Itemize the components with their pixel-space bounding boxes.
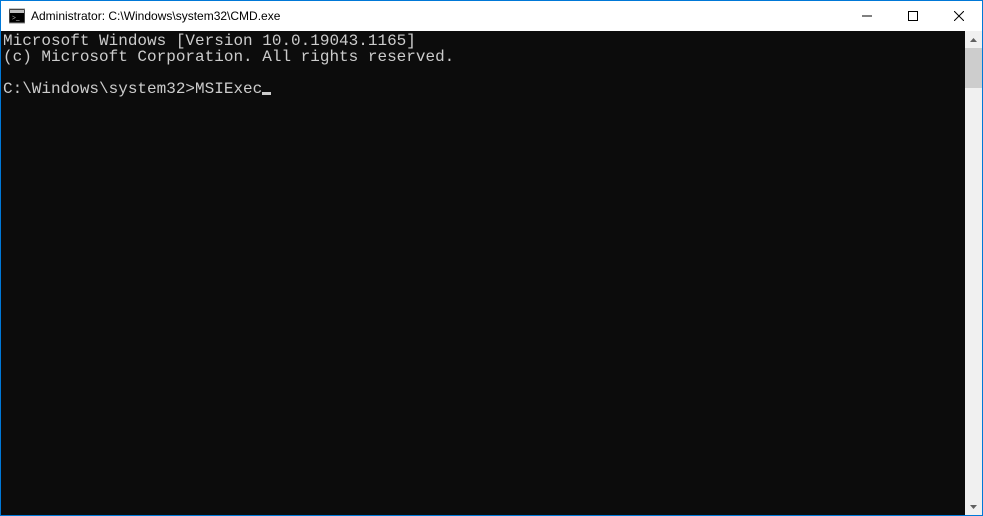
scrollbar-track[interactable] [965, 48, 982, 498]
scrollbar-thumb[interactable] [965, 48, 982, 88]
vertical-scrollbar[interactable] [965, 31, 982, 515]
svg-text:>_: >_ [12, 14, 20, 22]
cmd-window: >_ Administrator: C:\Windows\system32\CM… [1, 1, 982, 515]
scroll-up-button[interactable] [965, 31, 982, 48]
scroll-down-button[interactable] [965, 498, 982, 515]
close-button[interactable] [936, 1, 982, 31]
window-title: Administrator: C:\Windows\system32\CMD.e… [31, 9, 280, 23]
content-row: Microsoft Windows [Version 10.0.19043.11… [1, 31, 982, 515]
window-controls [844, 1, 982, 31]
titlebar[interactable]: >_ Administrator: C:\Windows\system32\CM… [1, 1, 982, 31]
prompt-text: C:\Windows\system32> [3, 80, 195, 98]
maximize-button[interactable] [890, 1, 936, 31]
copyright-line: (c) Microsoft Corporation. All rights re… [3, 48, 454, 66]
cmd-icon: >_ [9, 8, 25, 24]
text-cursor [262, 92, 271, 95]
minimize-button[interactable] [844, 1, 890, 31]
command-input[interactable]: MSIExec [195, 80, 262, 98]
terminal-output[interactable]: Microsoft Windows [Version 10.0.19043.11… [1, 31, 965, 515]
